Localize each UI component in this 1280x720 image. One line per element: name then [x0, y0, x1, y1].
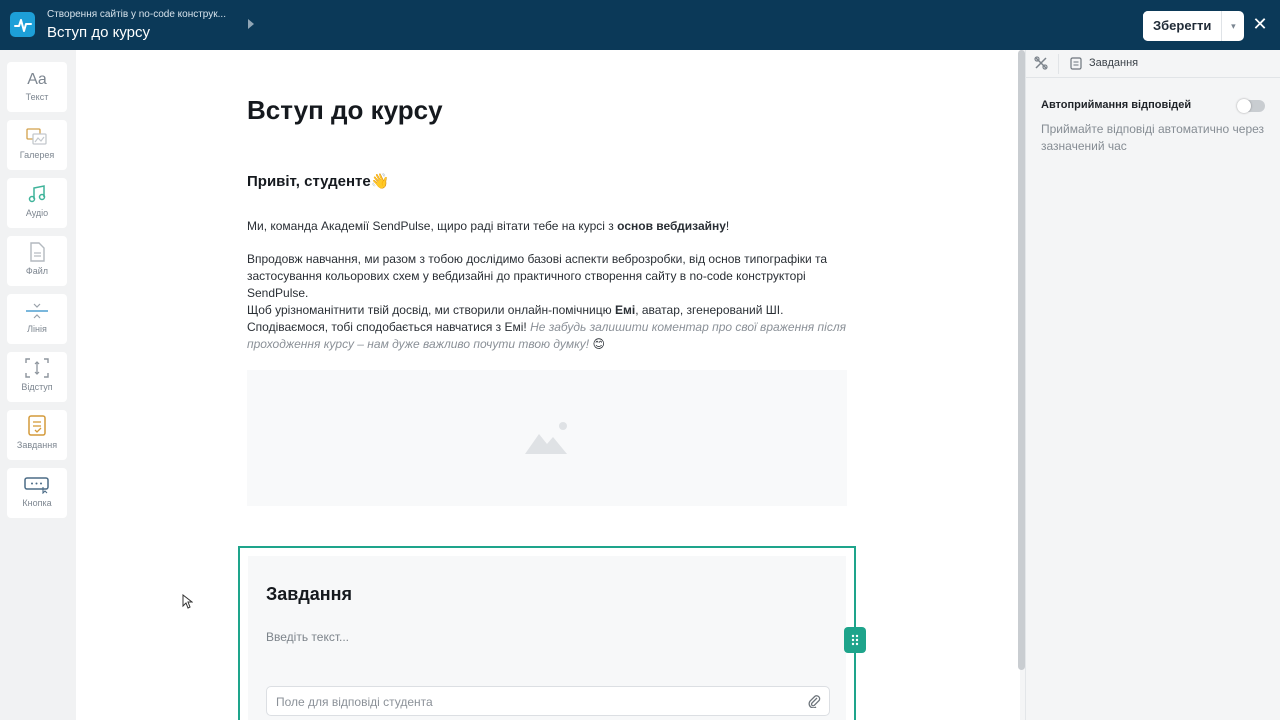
- tool-audio[interactable]: Аудіо: [7, 178, 67, 228]
- settings-panel: Завдання Автоприймання відповідей Прийма…: [1025, 50, 1280, 720]
- tool-label: Лінія: [27, 324, 47, 334]
- drag-handle[interactable]: [844, 627, 866, 653]
- pulse-icon: [13, 18, 32, 32]
- paperclip-icon[interactable]: [807, 694, 821, 708]
- page-title: Вступ до курсу: [47, 24, 151, 41]
- panel-divider: [1058, 54, 1059, 74]
- gallery-icon: [26, 128, 47, 145]
- close-icon[interactable]: ✕: [1250, 14, 1270, 34]
- tool-label: Аудіо: [25, 208, 49, 218]
- block-tools-sidebar: Aa Текст Галерея Аудіо Файл Лінія Відсту…: [0, 50, 76, 720]
- tool-label: Текст: [25, 92, 49, 102]
- button-icon: [24, 477, 49, 494]
- tool-label: Файл: [25, 266, 49, 276]
- save-button[interactable]: Зберегти: [1143, 11, 1222, 41]
- image-placeholder-icon: [525, 422, 567, 454]
- text-icon: Aa: [27, 71, 47, 88]
- tool-gallery[interactable]: Галерея: [7, 120, 67, 170]
- canvas-scrollbar[interactable]: [1018, 50, 1025, 670]
- tool-label: Галерея: [19, 150, 55, 160]
- auto-accept-toggle[interactable]: [1237, 99, 1265, 113]
- toggle-knob: [1237, 99, 1251, 113]
- mouse-cursor-icon: [182, 594, 193, 609]
- intro-paragraph[interactable]: Ми, команда Академії SendPulse, щиро рад…: [247, 218, 847, 235]
- tool-label: Кнопка: [22, 498, 52, 508]
- course-description-paragraph[interactable]: Впродовж навчання, ми разом з тобою досл…: [247, 251, 847, 302]
- student-answer-field[interactable]: Поле для відповіді студента: [266, 686, 830, 716]
- panel-header: Завдання: [1026, 50, 1280, 78]
- assistant-paragraph[interactable]: Щоб урізноманітнити твій досвід, ми ство…: [247, 302, 847, 353]
- breadcrumb[interactable]: Створення сайтів у no-code конструк...: [47, 8, 226, 21]
- tool-text[interactable]: Aa Текст: [7, 62, 67, 112]
- task-title[interactable]: Завдання: [266, 584, 352, 605]
- tool-file[interactable]: Файл: [7, 236, 67, 286]
- task-description-input[interactable]: Введіть текст...: [266, 630, 349, 644]
- tools-icon[interactable]: [1034, 56, 1048, 70]
- content-heading[interactable]: Вступ до курсу: [247, 95, 443, 126]
- auto-accept-description: Приймайте відповіді автоматично через за…: [1041, 122, 1265, 153]
- save-button-group: Зберегти ▾: [1143, 11, 1245, 41]
- tab-task[interactable]: Завдання: [1089, 57, 1138, 69]
- waving-hand-emoji: 👋: [370, 173, 390, 190]
- top-bar: Створення сайтів у no-code конструк... В…: [0, 0, 1280, 50]
- drag-dots-icon: [851, 634, 859, 646]
- file-icon: [30, 242, 45, 262]
- audio-icon: [28, 185, 46, 203]
- tool-spacing[interactable]: Відступ: [7, 352, 67, 402]
- tool-button[interactable]: Кнопка: [7, 468, 67, 518]
- tool-line[interactable]: Лінія: [7, 294, 67, 344]
- app-logo[interactable]: [10, 12, 35, 37]
- image-placeholder[interactable]: [247, 370, 847, 506]
- line-icon: [26, 303, 48, 319]
- answer-placeholder: Поле для відповіді студента: [276, 695, 433, 709]
- task-icon: [28, 415, 46, 436]
- tool-label: Завдання: [16, 440, 58, 450]
- spacing-icon: [25, 358, 49, 378]
- tool-label: Відступ: [21, 382, 53, 392]
- smile-emoji: 😊: [592, 337, 605, 351]
- auto-accept-title: Автоприймання відповідей: [1041, 99, 1192, 111]
- task-block[interactable]: Завдання Введіть текст... Поле для відпо…: [238, 546, 856, 720]
- task-block-inner: Завдання Введіть текст... Поле для відпо…: [248, 556, 846, 720]
- task-icon: [1070, 57, 1082, 70]
- greeting-text[interactable]: Привіт, студенте👋: [247, 172, 389, 190]
- tool-task[interactable]: Завдання: [7, 410, 67, 460]
- chevron-down-icon: ▾: [1231, 20, 1236, 31]
- save-options-dropdown[interactable]: ▾: [1221, 11, 1244, 41]
- expand-arrow-icon[interactable]: [248, 19, 254, 29]
